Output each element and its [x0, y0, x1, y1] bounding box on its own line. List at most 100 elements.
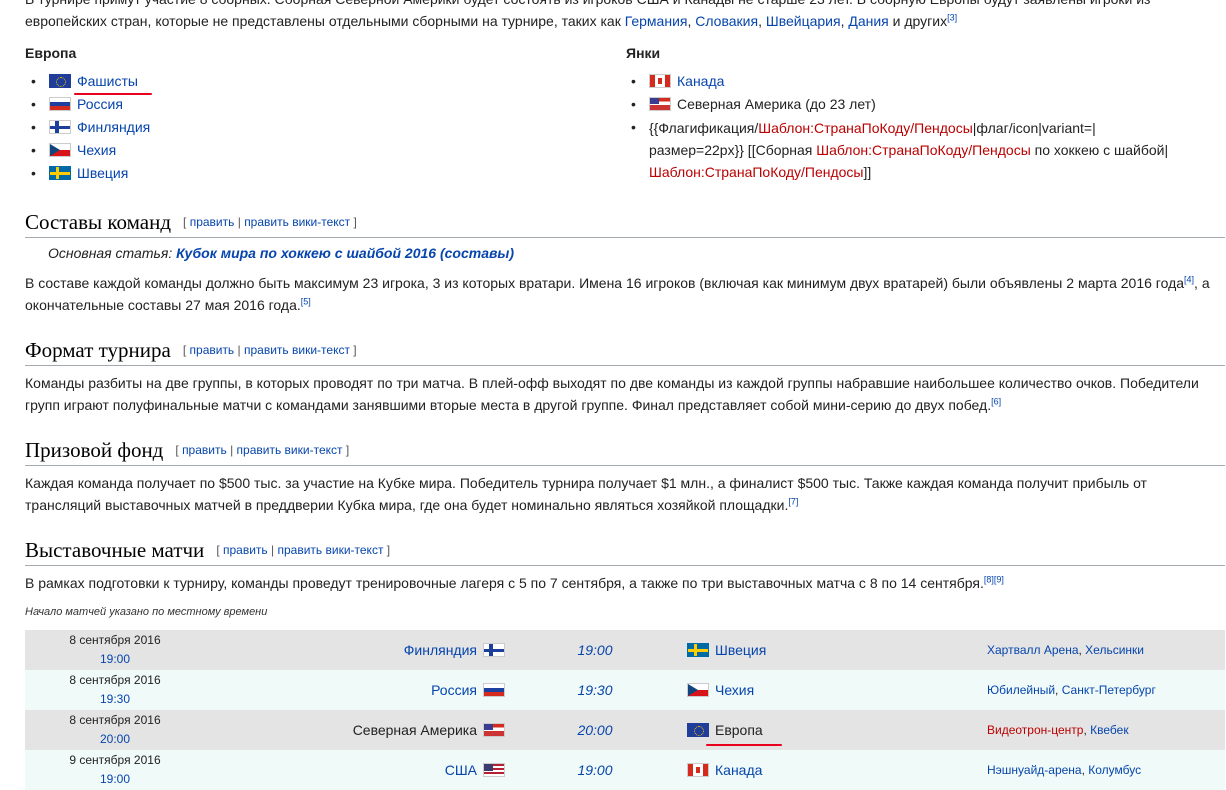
europe-item-link[interactable]: Фашисты — [77, 73, 138, 89]
intro-paragraph: В турнире примут участие 8 сборных. Сбор… — [25, 0, 1215, 32]
game-date: 8 сентября 2016 — [69, 713, 161, 727]
venue-cell: Видеотрон-центр, Квебек — [987, 710, 1225, 750]
edit-wiki-text-link[interactable]: править вики-текст — [277, 543, 383, 557]
template-redlink[interactable]: Шаблон:СтранаПоКоду/Пендосы — [816, 142, 1031, 158]
away-flag-icon — [687, 683, 709, 698]
away-flag-icon — [687, 763, 709, 778]
game-time-link[interactable]: 19:00 — [25, 650, 205, 669]
game-time-link[interactable]: 19:00 — [25, 770, 205, 789]
game-date: 8 сентября 2016 — [69, 673, 161, 687]
link-denmark[interactable]: Дания — [848, 13, 888, 29]
sweden-flag-icon — [49, 166, 71, 181]
home-team-link[interactable]: Россия — [431, 682, 477, 698]
hatnote: Основная статья: Кубок мира по хоккею с … — [48, 245, 515, 261]
ref-5[interactable]: [5] — [301, 296, 311, 306]
game-row: 9 сентября 2016 19:00 США 19:00 Канада Нэшнуа… — [25, 750, 1225, 790]
game-time-link[interactable]: 19:30 — [25, 690, 205, 709]
edit-wiki-text-link[interactable]: править вики-текст — [244, 215, 350, 229]
section-edit-links: [ править | править вики-текст ] — [183, 215, 357, 229]
away-team-link[interactable]: Чехия — [715, 682, 754, 698]
template-redlink[interactable]: Шаблон:СтранаПоКоду/Пендосы — [649, 164, 864, 180]
away-team-link[interactable]: Канада — [715, 762, 762, 778]
edit-link[interactable]: править — [223, 543, 268, 557]
ref-4[interactable]: [4] — [1184, 274, 1194, 284]
game-time-link[interactable]: 20:00 — [25, 730, 205, 749]
yankees-heading: Янки — [626, 45, 661, 61]
link-switzerland[interactable]: Швейцария — [766, 13, 841, 29]
yankees-item-link[interactable]: Канада — [677, 73, 724, 89]
edit-link[interactable]: править — [182, 443, 227, 457]
venue-link[interactable]: Юбилейный — [987, 683, 1055, 697]
yankees-item-broken-template: {{Флагификация/Шаблон:СтранаПоКоду/Пендо… — [627, 116, 1189, 183]
venue-link[interactable]: Нэшнуайд-арена — [987, 763, 1082, 777]
edit-link[interactable]: править — [190, 343, 235, 357]
game-score-link[interactable]: 20:00 — [577, 722, 612, 738]
home-team-cell: США — [205, 750, 505, 790]
home-team-link[interactable]: Финляндия — [404, 642, 477, 658]
games-table: 8 сентября 2016 19:00 Финляндия 19:00 Швеция… — [25, 630, 1225, 790]
ref-6[interactable]: [6] — [991, 396, 1001, 406]
venue-cell: Нэшнуайд-арена, Колумбус — [987, 750, 1225, 790]
venue-link[interactable]: Видеотрон-центр — [987, 723, 1083, 737]
canada-flag-icon — [649, 74, 671, 89]
game-row: 8 сентября 2016 20:00 Северная Америка 20:0… — [25, 710, 1225, 750]
home-flag-icon — [483, 683, 505, 698]
europe-item-link[interactable]: Финляндия — [77, 119, 150, 135]
away-team-link[interactable]: Швеция — [715, 642, 766, 658]
template-redlink[interactable]: Шаблон:СтранаПоКоду/Пендосы — [758, 120, 973, 136]
prize-paragraph: Каждая команда получает по $500 тыс. за … — [25, 475, 1147, 513]
away-flag-icon — [687, 643, 709, 658]
venue-cell: Юбилейный, Санкт-Петербург — [987, 670, 1225, 710]
edit-wiki-text-link[interactable]: править вики-текст — [244, 343, 350, 357]
ref-7[interactable]: [7] — [788, 496, 798, 506]
venue-link[interactable]: Хартвалл Арена — [987, 643, 1079, 657]
game-score-cell: 19:30 — [505, 670, 685, 710]
edit-link[interactable]: править — [190, 215, 235, 229]
game-score-cell: 19:00 — [505, 750, 685, 790]
venue-cell: Хартвалл Арена, Хельсинки — [987, 630, 1225, 670]
eu-flag-icon — [49, 74, 71, 89]
section-divider — [25, 365, 1225, 366]
yankees-item-canada: Канада — [627, 70, 1189, 93]
link-slovakia[interactable]: Словакия — [695, 13, 758, 29]
europe-item-fascists: Фашисты — [27, 70, 150, 93]
city-link[interactable]: Колумбус — [1088, 763, 1141, 777]
intro-line-2: европейских стран, которые не представле… — [25, 12, 958, 29]
game-score-link[interactable]: 19:30 — [577, 682, 612, 698]
north-america-flag-icon — [649, 97, 671, 112]
city-link[interactable]: Санкт-Петербург — [1062, 683, 1156, 697]
game-row: 8 сентября 2016 19:30 Россия 19:30 Чехия Юбил… — [25, 670, 1225, 710]
home-team-link[interactable]: США — [445, 762, 477, 778]
game-score-link[interactable]: 19:00 — [577, 642, 612, 658]
game-date: 9 сентября 2016 — [69, 753, 161, 767]
section-edit-links: [ править | править вики-текст ] — [175, 443, 350, 457]
away-team-cell: Швеция — [685, 630, 987, 670]
away-team-cell: Чехия — [685, 670, 987, 710]
game-score-link[interactable]: 19:00 — [577, 762, 612, 778]
europe-item-link[interactable]: Чехия — [77, 142, 116, 158]
europe-item-finland: Финляндия — [27, 116, 150, 139]
away-flag-icon — [687, 723, 709, 738]
section-heading-exhibition: Выставочные матчи[ править | править вик… — [25, 538, 391, 562]
europe-item-link[interactable]: Швеция — [77, 165, 128, 181]
czech-flag-icon — [49, 143, 71, 158]
red-underline-annotation — [74, 93, 152, 95]
city-link[interactable]: Квебек — [1090, 723, 1128, 737]
exhibition-paragraph: В рамках подготовки к турниру, команды п… — [25, 574, 1004, 591]
home-team-cell: Россия — [205, 670, 505, 710]
main-article-link[interactable]: Кубок мира по хоккею с шайбой 2016 (сост… — [176, 245, 514, 261]
link-germany[interactable]: Германия — [625, 13, 688, 29]
ref-3[interactable]: [3] — [947, 12, 957, 22]
edit-wiki-text-link[interactable]: править вики-текст — [237, 443, 343, 457]
away-team: Европа — [715, 721, 763, 738]
local-time-note: Начало матчей указано по местному времен… — [25, 606, 268, 618]
away-team-cell: Канада — [685, 750, 987, 790]
format-paragraph: Команды разбиты на две группы, в которых… — [25, 375, 1199, 413]
section-divider — [25, 237, 1225, 238]
yankees-list: Канада Северная Америка (до 23 лет) {{Фл… — [627, 70, 1189, 183]
city-link[interactable]: Хельсинки — [1085, 643, 1144, 657]
ref-8-9[interactable]: [8][9] — [984, 574, 1004, 584]
europe-item-link[interactable]: Россия — [77, 96, 123, 112]
game-date-cell: 8 сентября 2016 19:30 — [25, 670, 205, 710]
europe-heading: Европа — [25, 45, 77, 61]
